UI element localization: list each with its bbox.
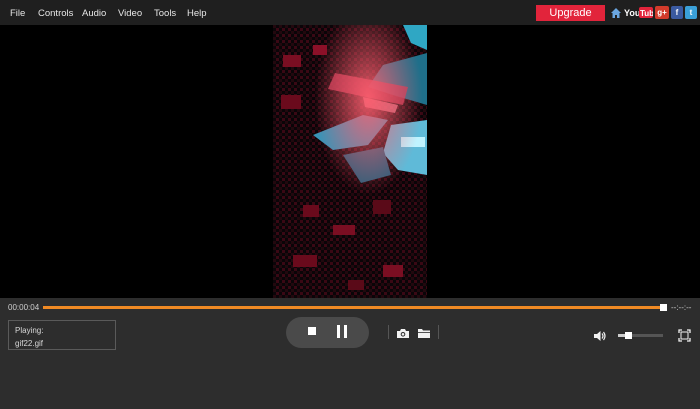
- transport-controls: [286, 317, 369, 348]
- now-playing-box: Playing: gif22.gif: [8, 320, 116, 350]
- volume-slider[interactable]: [618, 332, 663, 339]
- menu-video[interactable]: Video: [118, 8, 142, 19]
- current-time: 00:00:04: [8, 303, 40, 312]
- upgrade-button[interactable]: Upgrade: [536, 5, 605, 21]
- svg-text:You: You: [624, 8, 640, 18]
- seek-handle[interactable]: [660, 304, 668, 311]
- video-area[interactable]: [0, 25, 700, 298]
- menu-bar: File Controls Audio Video Tools Help Upg…: [0, 0, 700, 25]
- playing-file-name: gif22.gif: [15, 339, 44, 348]
- pause-icon-bar-left: [337, 325, 340, 338]
- separator: [438, 325, 439, 339]
- svg-text:Tube: Tube: [640, 9, 653, 18]
- volume-handle[interactable]: [624, 332, 632, 339]
- video-frame: [273, 25, 427, 298]
- volume-level: [618, 334, 625, 337]
- media-player-window: File Controls Audio Video Tools Help Upg…: [0, 0, 700, 409]
- menu-tools[interactable]: Tools: [154, 8, 176, 19]
- menu-file[interactable]: File: [10, 8, 25, 19]
- playing-label: Playing:: [15, 326, 44, 335]
- pause-button[interactable]: [337, 325, 349, 338]
- home-icon[interactable]: [610, 6, 622, 19]
- pause-icon-bar-right: [344, 325, 347, 338]
- google-plus-icon[interactable]: g+: [655, 6, 669, 19]
- menu-controls[interactable]: Controls: [38, 8, 73, 19]
- seek-progress: [43, 306, 664, 309]
- volume-icon[interactable]: [593, 329, 607, 341]
- control-panel: 00:00:04 --:--:-- Playing: gif22.gif: [0, 298, 700, 409]
- stop-button[interactable]: [308, 327, 316, 335]
- camera-icon[interactable]: [396, 326, 410, 338]
- separator: [388, 325, 389, 339]
- menu-audio[interactable]: Audio: [82, 8, 106, 19]
- facebook-icon[interactable]: f: [671, 6, 683, 19]
- fullscreen-icon[interactable]: [678, 329, 691, 342]
- total-time: --:--:--: [671, 303, 692, 312]
- folder-icon[interactable]: [417, 326, 431, 338]
- menu-help[interactable]: Help: [187, 8, 207, 19]
- twitter-icon[interactable]: t: [685, 6, 697, 19]
- youtube-icon[interactable]: You Tube: [624, 6, 653, 19]
- seek-bar[interactable]: [43, 304, 668, 311]
